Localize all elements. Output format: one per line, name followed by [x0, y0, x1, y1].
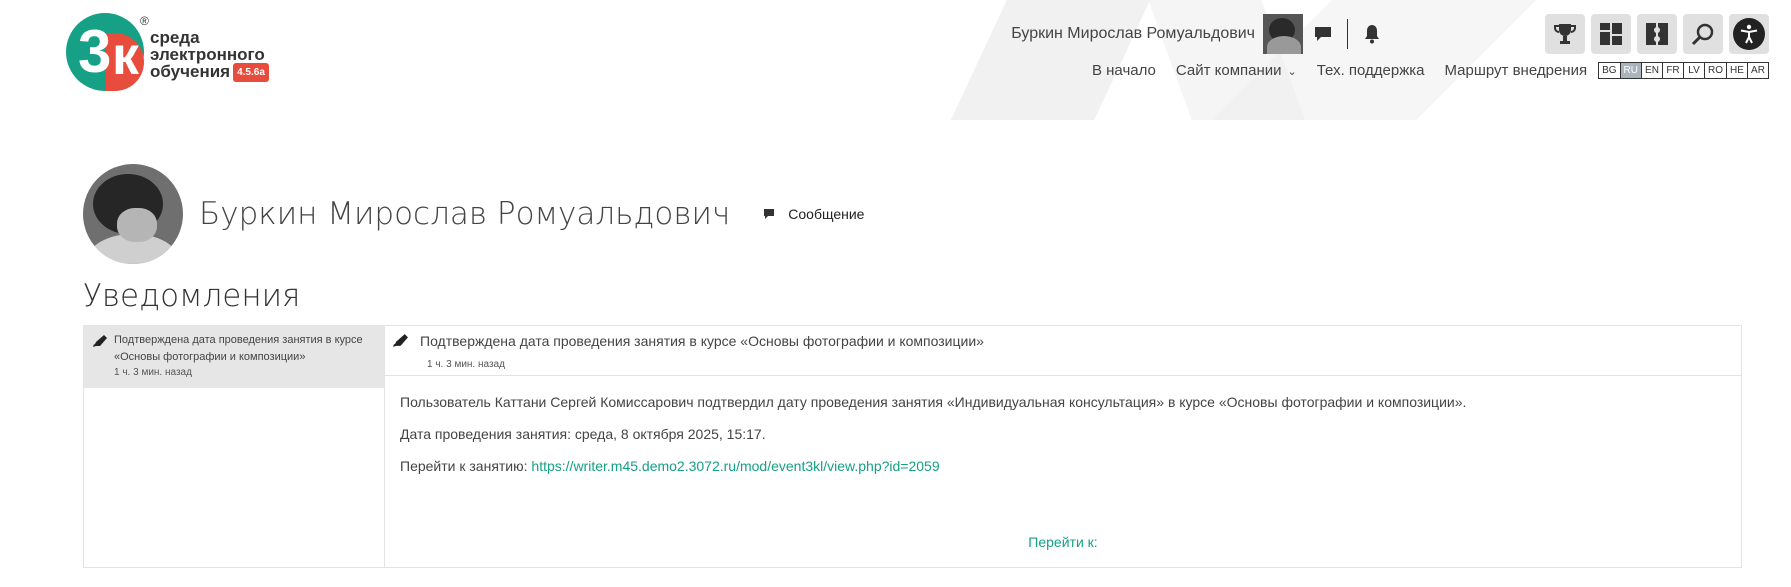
user-menu-name[interactable]: Буркин Мирослав Ромуальдович [1011, 25, 1255, 43]
goto-link[interactable]: Перейти к: [385, 534, 1741, 550]
nav-support[interactable]: Тех. поддержка [1317, 62, 1425, 79]
main-nav: В начало Сайт компании ⌄ Тех. поддержка М… [1072, 62, 1769, 79]
lang-ar[interactable]: AR [1747, 62, 1769, 79]
notifications-panel: Подтверждена дата проведения занятия в к… [83, 325, 1742, 568]
user-avatar[interactable] [1263, 14, 1303, 54]
detail-link-prefix: Перейти к занятию: [400, 458, 532, 474]
user-bar: Буркин Мирослав Ромуальдович [1011, 14, 1384, 54]
logo-line-1: среда [150, 28, 200, 47]
divider [1347, 19, 1348, 49]
notification-time: 1 ч. 3 мин. назад [114, 367, 192, 378]
page-title: Уведомления [83, 278, 301, 314]
detail-title: Подтверждена дата проведения занятия в к… [420, 333, 984, 349]
version-badge: 4.5.6a [233, 63, 269, 83]
trophy-icon [1554, 24, 1576, 44]
toolbox [1545, 14, 1769, 54]
logo-text: среда электронного обучения 4.5.6a [150, 28, 269, 83]
pen-icon [392, 333, 420, 351]
profile-header: Буркин Мирослав Ромуальдович Сообщение [83, 164, 864, 264]
detail-date: Дата проведения занятия: среда, 8 октябр… [400, 426, 766, 442]
detail-header: Подтверждена дата проведения занятия в к… [385, 326, 1741, 376]
messages-icon[interactable] [1311, 22, 1335, 46]
search-icon [1691, 23, 1714, 46]
logo-mark-icon: 3 к [66, 13, 148, 95]
dashboard-button[interactable] [1591, 14, 1631, 54]
profile-name: Буркин Мирослав Ромуальдович [199, 196, 731, 232]
lang-en[interactable]: EN [1641, 62, 1663, 79]
detail-body: Пользователь Каттани Сергей Комиссарович… [385, 376, 1741, 508]
logo-line-2: электронного [150, 45, 265, 64]
chevron-down-icon: ⌄ [1287, 66, 1297, 78]
detail-time: 1 ч. 3 мин. назад [427, 359, 505, 370]
lang-ru[interactable]: RU [1619, 62, 1642, 79]
notification-text: Подтверждена дата проведения занятия в к… [114, 334, 363, 363]
achievements-button[interactable] [1545, 14, 1585, 54]
send-message-button[interactable]: Сообщение [764, 206, 864, 222]
nav-company-site[interactable]: Сайт компании ⌄ [1176, 62, 1297, 79]
send-message-label: Сообщение [788, 206, 865, 222]
detail-paragraph: Пользователь Каттани Сергей Комиссарович… [400, 394, 1467, 410]
event-link[interactable]: https://writer.m45.demo2.3072.ru/mod/eve… [531, 458, 939, 474]
notification-list: Подтверждена дата проведения занятия в к… [84, 326, 385, 567]
nav-home[interactable]: В начало [1092, 62, 1156, 79]
language-switcher: BG RU EN FR LV RO HE AR [1598, 62, 1769, 79]
courses-button[interactable] [1637, 14, 1677, 54]
message-icon [764, 206, 775, 222]
lang-he[interactable]: HE [1726, 62, 1748, 79]
nav-company-site-label: Сайт компании [1175, 62, 1282, 79]
accessibility-button[interactable] [1729, 14, 1769, 54]
lang-lv[interactable]: LV [1683, 62, 1705, 79]
dashboard-icon [1600, 23, 1622, 45]
accessibility-icon [1733, 18, 1765, 50]
avatar[interactable] [83, 164, 183, 264]
notification-detail: Подтверждена дата проведения занятия в к… [385, 326, 1741, 567]
logo-line-3: обучения [150, 62, 231, 81]
puzzle-icon [1646, 23, 1668, 45]
lang-bg[interactable]: BG [1598, 62, 1621, 79]
pen-icon [92, 332, 114, 384]
list-item[interactable]: Подтверждена дата проведения занятия в к… [84, 326, 384, 388]
lang-ro[interactable]: RO [1704, 62, 1727, 79]
lang-fr[interactable]: FR [1662, 62, 1684, 79]
search-button[interactable] [1683, 14, 1723, 54]
logo-registered-mark: ® [140, 14, 149, 28]
bell-icon[interactable] [1360, 22, 1384, 46]
nav-route[interactable]: Маршрут внедрения [1445, 62, 1588, 79]
